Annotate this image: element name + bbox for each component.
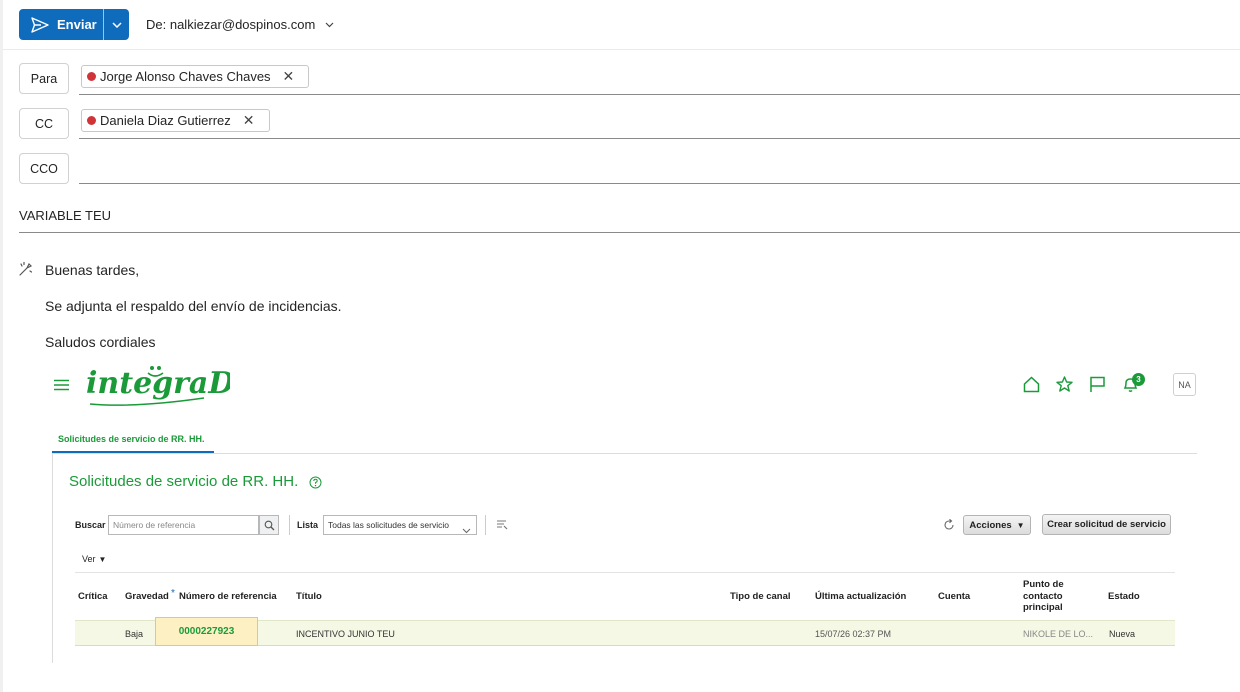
search-label: Buscar — [75, 520, 106, 530]
send-divider — [103, 9, 104, 40]
cell-ultima-actualizacion: 15/07/26 02:37 PM — [815, 629, 892, 639]
send-button[interactable]: Enviar — [19, 9, 129, 40]
table-row[interactable] — [75, 620, 1175, 646]
body-line: Se adjunta el respaldo del envío de inci… — [45, 298, 342, 314]
col-gravedad[interactable]: Gravedad — [125, 591, 169, 602]
col-punto-line3: principal — [1023, 602, 1063, 613]
col-cuenta[interactable]: Cuenta — [938, 591, 970, 602]
active-tab-indicator — [52, 451, 214, 453]
page-title: Solicitudes de servicio de RR. HH. — [69, 473, 299, 490]
tab-divider — [52, 453, 1197, 454]
create-request-label: Crear solicitud de servicio — [1047, 519, 1166, 530]
to-label: Para — [30, 71, 58, 86]
cc-button[interactable]: CC — [19, 108, 69, 139]
cell-titulo: INCENTIVO JUNIO TEU — [296, 629, 395, 639]
send-icon — [31, 16, 49, 33]
cc-field-underline — [79, 138, 1240, 139]
star-icon[interactable] — [1056, 376, 1073, 398]
col-ultima-actualizacion[interactable]: Última actualización — [815, 591, 906, 602]
list-label: Lista — [297, 520, 319, 530]
list-select[interactable]: Todas las solicitudes de servicio — [323, 515, 477, 535]
cell-gravedad: Baja — [125, 629, 144, 639]
chevron-down-icon — [462, 521, 471, 539]
integrados-logo: integraDos — [84, 360, 271, 415]
table-top-border — [75, 572, 1175, 573]
content-left-border — [52, 453, 53, 663]
toolbar-separator — [485, 515, 486, 535]
cc-recipient-chip[interactable]: Daniela Diaz Gutierrez ✕ — [81, 109, 270, 132]
cell-estado: Nueva — [1109, 629, 1136, 639]
toolbar-separator — [289, 515, 290, 535]
menu-icon[interactable] — [54, 378, 69, 396]
help-icon[interactable] — [309, 476, 322, 494]
tab-service-requests[interactable]: Solicitudes de servicio de RR. HH. — [58, 434, 205, 444]
chevron-down-icon — [325, 22, 334, 27]
col-punto-contacto[interactable]: Punto de contacto principal — [1023, 579, 1064, 614]
send-main[interactable]: Enviar — [19, 9, 103, 40]
search-button[interactable] — [259, 515, 279, 535]
actions-label: Acciones — [969, 519, 1012, 531]
notification-badge: 3 — [1132, 373, 1145, 386]
window-left-edge — [0, 0, 3, 692]
col-critica[interactable]: Crítica — [78, 591, 108, 602]
caret-down-icon: ▼ — [98, 554, 107, 564]
presence-icon — [87, 116, 96, 125]
chevron-down-icon — [111, 21, 122, 28]
to-field-underline — [79, 94, 1240, 95]
col-tipo-canal[interactable]: Tipo de canal — [730, 591, 791, 602]
greeting-text: Buenas tardes, — [45, 262, 140, 278]
view-menu[interactable]: Ver ▼ — [82, 554, 106, 564]
list-select-value: Todas las solicitudes de servicio — [328, 520, 449, 530]
logo-text: integraDos — [86, 366, 230, 401]
to-button[interactable]: Para — [19, 63, 69, 94]
send-options-button[interactable] — [104, 9, 129, 40]
home-icon[interactable] — [1023, 376, 1040, 398]
user-avatar[interactable]: NA — [1173, 373, 1196, 396]
flag-icon[interactable] — [1089, 376, 1106, 398]
actions-button[interactable]: Acciones ▼ — [963, 515, 1031, 535]
col-titulo[interactable]: Título — [296, 591, 322, 602]
search-icon — [264, 520, 274, 530]
bcc-button[interactable]: CCO — [19, 153, 69, 184]
col-numero-referencia[interactable]: Número de referencia — [179, 591, 277, 602]
to-recipient-name: Jorge Alonso Chaves Chaves — [100, 69, 271, 84]
presence-icon — [87, 72, 96, 81]
to-recipient-chip[interactable]: Jorge Alonso Chaves Chaves ✕ — [81, 65, 309, 88]
refresh-icon[interactable] — [943, 518, 955, 536]
search-input[interactable]: Número de referencia — [108, 515, 259, 535]
copilot-icon[interactable] — [18, 261, 34, 282]
from-selector[interactable]: De: nalkiezar@dospinos.com — [146, 17, 334, 32]
col-punto-line1: Punto de — [1023, 579, 1064, 590]
bcc-label: CCO — [30, 161, 58, 176]
advanced-search-icon[interactable] — [496, 518, 508, 536]
cc-recipient-name: Daniela Diaz Gutierrez — [100, 113, 231, 128]
notifications-icon[interactable] — [1122, 376, 1139, 398]
subject-underline — [19, 232, 1240, 233]
cell-contacto: NIKOLE DE LO... — [1023, 629, 1094, 639]
create-request-button[interactable]: Crear solicitud de servicio — [1042, 514, 1171, 535]
view-label: Ver — [82, 554, 96, 564]
caret-down-icon: ▼ — [1016, 520, 1025, 530]
send-label: Enviar — [57, 17, 97, 32]
subject-field[interactable]: VARIABLE TEU — [19, 208, 111, 223]
cc-label: CC — [34, 116, 54, 131]
toolbar-divider — [0, 49, 1240, 50]
close-icon[interactable]: ✕ — [243, 112, 255, 129]
embedded-screenshot: integraDos 3 NA Solicitudes de servicio … — [0, 0, 1240, 692]
col-punto-line2: contacto — [1023, 590, 1063, 602]
cell-numero-referencia-link[interactable]: 0000227923 — [155, 617, 258, 646]
closing-text: Saludos cordiales — [45, 334, 156, 350]
required-marker: * — [171, 588, 175, 599]
close-icon[interactable]: ✕ — [283, 68, 295, 85]
bcc-field-underline — [79, 183, 1240, 184]
col-estado[interactable]: Estado — [1108, 591, 1140, 602]
from-label: De: nalkiezar@dospinos.com — [146, 17, 316, 32]
